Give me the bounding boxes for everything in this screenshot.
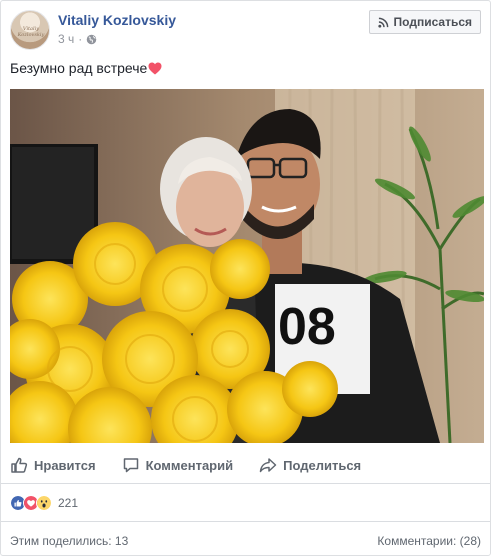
divider: [1, 483, 490, 484]
post-meta: 3 ч ·: [58, 32, 97, 46]
share-button[interactable]: Поделиться: [259, 456, 361, 474]
post-time[interactable]: 3 ч: [58, 32, 74, 46]
avatar-signature: Vitaliy Kozlovskiy: [17, 26, 45, 38]
share-icon: [259, 458, 277, 473]
shares-count-link[interactable]: Этим поделились: 13: [10, 534, 128, 548]
post-header: Vitaliy Kozlovskiy Vitaliy Kozlovskiy 3 …: [10, 10, 481, 52]
post-text: Безумно рад встрече: [10, 60, 162, 76]
wow-reaction-icon: [36, 495, 52, 511]
post-photo[interactable]: 08: [10, 89, 484, 443]
photo-image: 08: [10, 89, 484, 443]
reactions-count: 221: [58, 496, 79, 510]
share-label: Поделиться: [283, 457, 362, 473]
author-name[interactable]: Vitaliy Kozlovskiy: [58, 12, 176, 28]
avatar[interactable]: Vitaliy Kozlovskiy: [10, 10, 50, 50]
comment-button[interactable]: Комментарий: [122, 456, 234, 474]
like-label: Нравится: [34, 457, 96, 473]
comment-label: Комментарий: [145, 457, 234, 473]
post-message: Безумно рад встрече: [10, 60, 148, 76]
globe-icon[interactable]: [86, 34, 97, 45]
thumbs-up-icon: [11, 457, 28, 473]
post-footer: Этим поделились: 13 Комментарии: (28): [10, 534, 481, 548]
subscribe-label: Подписаться: [393, 15, 472, 29]
post-card: Vitaliy Kozlovskiy Vitaliy Kozlovskiy 3 …: [0, 0, 491, 556]
like-button[interactable]: Нравится: [10, 456, 96, 474]
heart-emoji-icon: [148, 62, 162, 74]
subscribe-button[interactable]: Подписаться: [368, 10, 481, 34]
meta-separator: ·: [78, 32, 83, 46]
rss-icon: [377, 17, 388, 28]
comments-count-link[interactable]: Комментарии: (28): [377, 534, 481, 548]
post-actions: Нравится Комментарий Поделиться: [10, 452, 481, 478]
comment-icon: [123, 458, 138, 473]
divider: [1, 521, 490, 522]
svg-text:08: 08: [278, 298, 336, 356]
reactions-summary[interactable]: 221: [10, 495, 78, 511]
